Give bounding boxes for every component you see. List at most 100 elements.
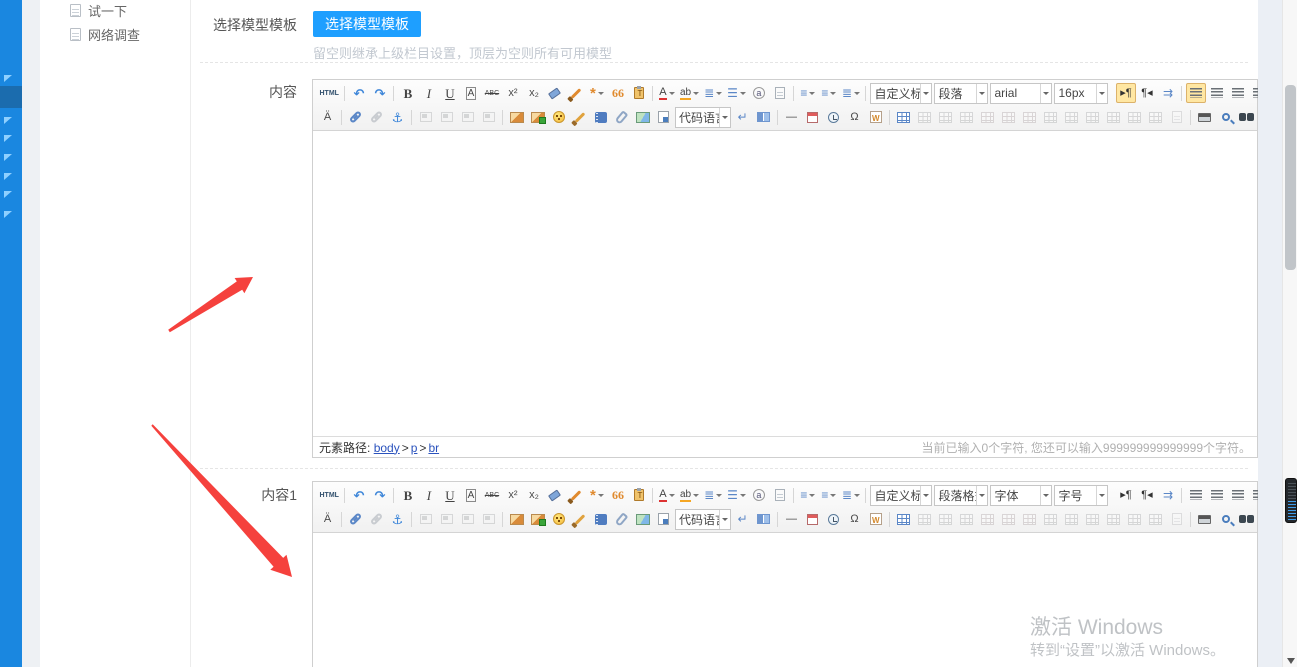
justify-left-button[interactable]	[1185, 83, 1206, 103]
blockquote-button[interactable]: 66	[608, 83, 628, 103]
preview-button[interactable]	[1216, 107, 1236, 127]
special-chars-button[interactable]: Ω	[845, 509, 865, 529]
rail-chevron-icon[interactable]	[4, 154, 12, 161]
row-spacing-bottom-button[interactable]: ≡	[819, 83, 839, 103]
bold-button[interactable]: B	[398, 485, 418, 505]
insert-table-button[interactable]	[894, 509, 914, 529]
redo-button[interactable]: ↷	[370, 83, 390, 103]
nested-scrollbar-thumb[interactable]	[1285, 478, 1297, 523]
page-scrollbar-thumb[interactable]	[1284, 85, 1296, 270]
attachment-button[interactable]	[612, 107, 632, 127]
indent-button[interactable]: ⇉	[1158, 485, 1178, 505]
time-button[interactable]	[824, 107, 844, 127]
path-link-br[interactable]: br	[428, 441, 439, 455]
rail-chevron-icon[interactable]	[4, 211, 12, 218]
page-break-button[interactable]: ↵	[733, 107, 753, 127]
path-link-body[interactable]: body	[374, 441, 400, 455]
spell-check-button[interactable]: Ä	[318, 107, 338, 127]
directionality-rtl-button[interactable]: ¶◂	[1137, 83, 1157, 103]
format-match-button[interactable]	[566, 83, 586, 103]
directionality-ltr-button[interactable]: ▸¶	[1115, 83, 1136, 103]
search-replace-button[interactable]	[1237, 509, 1257, 529]
auto-typeset-button[interactable]: *	[587, 485, 607, 505]
horizontal-rule-button[interactable]: —	[782, 107, 802, 127]
justify-center-button[interactable]	[1207, 485, 1227, 505]
font-border-button[interactable]: A	[461, 83, 481, 103]
row-spacing-top-button[interactable]: ≡	[798, 83, 818, 103]
clear-doc-button[interactable]	[770, 83, 790, 103]
superscript-button[interactable]: x²	[503, 485, 523, 505]
link-button[interactable]	[346, 107, 366, 127]
anchor-button[interactable]: ⚓	[388, 107, 408, 127]
scrawl-button[interactable]	[570, 509, 590, 529]
rail-selected-item[interactable]	[0, 86, 22, 108]
line-height-button[interactable]: ≣	[840, 485, 862, 505]
italic-button[interactable]: I	[419, 485, 439, 505]
source-button[interactable]: HTML	[318, 485, 341, 505]
font-border-button[interactable]: A	[461, 485, 481, 505]
code-language-select[interactable]: 代码语言	[675, 508, 731, 530]
font-family-select[interactable]: 字体	[990, 484, 1053, 506]
undo-button[interactable]: ↶	[349, 83, 369, 103]
paragraph-format-select[interactable]: 段落格式	[934, 484, 989, 506]
row-spacing-top-button[interactable]: ≡	[798, 485, 818, 505]
special-chars-button[interactable]: Ω	[845, 107, 865, 127]
strikethrough-button[interactable]: ABC	[482, 83, 502, 103]
justify-left-button[interactable]	[1186, 485, 1206, 505]
ordered-list-button[interactable]: ≣	[702, 83, 724, 103]
insert-image-button[interactable]	[528, 509, 548, 529]
fore-color-button[interactable]: A	[657, 83, 677, 103]
ordered-list-button[interactable]: ≣	[702, 485, 724, 505]
print-button[interactable]	[1195, 509, 1215, 529]
spell-check-button[interactable]: Ä	[318, 509, 338, 529]
search-replace-button[interactable]	[1237, 107, 1257, 127]
emotion-button[interactable]	[549, 509, 569, 529]
justify-right-button[interactable]	[1228, 83, 1248, 103]
paste-plain-button[interactable]	[629, 485, 649, 505]
word-image-button[interactable]	[866, 509, 886, 529]
horizontal-rule-button[interactable]: —	[782, 509, 802, 529]
word-image-button[interactable]	[866, 107, 886, 127]
directionality-ltr-button[interactable]: ▸¶	[1116, 485, 1136, 505]
fore-color-button[interactable]: A	[657, 485, 677, 505]
select-all-button[interactable]: a	[749, 83, 769, 103]
insert-video-button[interactable]	[591, 509, 611, 529]
anchor-button[interactable]: ⚓	[388, 509, 408, 529]
directionality-rtl-button[interactable]: ¶◂	[1137, 485, 1157, 505]
sidebar-item-survey[interactable]: 网络调查	[70, 25, 140, 44]
italic-button[interactable]: I	[419, 83, 439, 103]
insert-image-button[interactable]	[528, 107, 548, 127]
scrollbar-down-arrow[interactable]	[1287, 658, 1295, 667]
custom-style-select[interactable]: 自定义标题	[870, 484, 933, 506]
sidebar-item-try[interactable]: 试一下	[70, 1, 127, 20]
justify-center-button[interactable]	[1207, 83, 1227, 103]
font-size-select[interactable]: 16px	[1054, 82, 1109, 104]
print-button[interactable]	[1195, 107, 1215, 127]
back-color-button[interactable]: ab	[678, 485, 701, 505]
template-button[interactable]	[754, 107, 774, 127]
subscript-button[interactable]: x₂	[524, 485, 544, 505]
emotion-button[interactable]	[549, 107, 569, 127]
editor-content-area[interactable]	[313, 131, 1257, 436]
eraser-button[interactable]	[545, 83, 565, 103]
undo-button[interactable]: ↶	[349, 485, 369, 505]
insert-code-button[interactable]	[654, 509, 674, 529]
superscript-button[interactable]: x²	[503, 83, 523, 103]
unordered-list-button[interactable]: ☰	[725, 83, 748, 103]
time-button[interactable]	[824, 509, 844, 529]
map-button[interactable]	[633, 107, 653, 127]
map-button[interactable]	[633, 509, 653, 529]
path-link-p[interactable]: p	[411, 441, 418, 455]
code-language-select[interactable]: 代码语言	[675, 106, 731, 128]
auto-typeset-button[interactable]: *	[587, 83, 607, 103]
redo-button[interactable]: ↷	[370, 485, 390, 505]
source-button[interactable]: HTML	[318, 83, 341, 103]
unordered-list-button[interactable]: ☰	[725, 485, 748, 505]
custom-style-select[interactable]: 自定义标题	[870, 82, 933, 104]
rail-chevron-icon[interactable]	[4, 173, 12, 180]
subscript-button[interactable]: x₂	[524, 83, 544, 103]
blockquote-button[interactable]: 66	[608, 485, 628, 505]
choose-template-button[interactable]: 选择模型模板	[313, 11, 421, 37]
select-all-button[interactable]: a	[749, 485, 769, 505]
back-color-button[interactable]: ab	[678, 83, 701, 103]
